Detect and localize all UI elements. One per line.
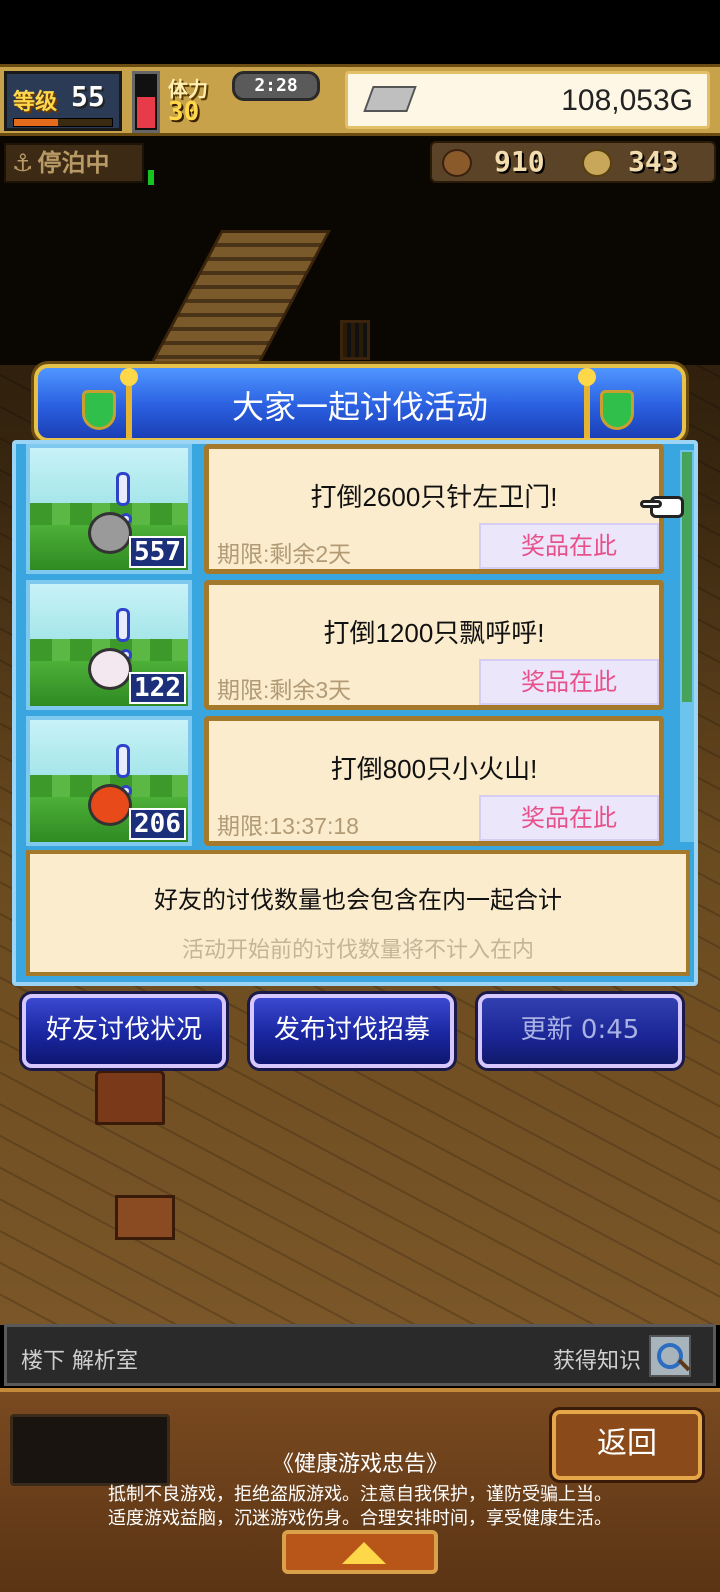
scrollbar-thumb[interactable] [682,452,692,702]
level-progress-bar [13,118,113,127]
dock-status: ⚓ 停泊中 [4,143,144,183]
ship-window [340,320,370,360]
event-info-box: 好友的讨伐数量也会包含在内一起合计 活动开始前的讨伐数量将不计入在内 [26,850,690,976]
top-hud: 等级 55 体力 30 2:28 108,053G [0,64,720,136]
event-card: 打倒1200只飘呼呼! 期限:剩余3天 奖品在此 [204,580,664,710]
level-box: 等级 55 [4,71,122,131]
stamina-timer: 2:28 [232,71,320,101]
exclamation-icon [116,608,132,661]
event-thumbnail: 122 [26,580,192,710]
exclamation-icon [116,472,132,525]
silver-bar-icon [363,86,417,112]
level-progress-fill [14,119,59,126]
event-card: 打倒800只小火山! 期限:13:37:18 奖品在此 [204,716,664,846]
health-advice-line-1: 抵制不良游戏，拒绝盗版游戏。注意自我保护，谨防受骗上当。 [108,1484,612,1505]
refresh-button[interactable]: 更新 0:45 [478,994,682,1068]
level-value: 55 [71,80,105,113]
stamina-fill [137,97,155,128]
coin-value: 343 [628,145,679,178]
dock-status-label: 停泊中 [37,149,110,177]
location-bar: 楼下 解析室 获得知识 [4,1324,716,1386]
event-row[interactable]: 122 打倒1200只飘呼呼! 期限:剩余3天 奖品在此 [26,580,676,710]
health-advice-line-2: 适度游戏益脑，沉迷游戏伤身。合理安排时间，享受健康生活。 [108,1508,612,1529]
event-row[interactable]: 557 打倒2600只针左卫门! 期限:剩余2天 奖品在此 [26,444,676,574]
prize-button[interactable]: 奖品在此 [479,523,659,569]
fire-monster-icon [88,784,132,826]
post-recruit-button[interactable]: 发布讨伐招募 [250,994,454,1068]
knowledge-label: 获得知识 [552,1349,641,1374]
prize-button[interactable]: 奖品在此 [479,795,659,841]
pointing-hand-icon [640,492,688,522]
defeat-count: 557 [129,536,186,568]
stamina-gauge [132,71,160,133]
location-text: 楼下 解析室 [21,1349,138,1374]
defeat-count: 206 [129,808,186,840]
event-thumbnail: 557 [26,444,192,574]
prize-button[interactable]: 奖品在此 [479,659,659,705]
exclamation-icon [116,744,132,797]
event-dialog-body: 557 打倒2600只针左卫门! 期限:剩余2天 奖品在此 122 打倒1200… [12,440,698,986]
event-goal: 打倒1200只飘呼呼! [323,618,545,648]
magnifier-icon[interactable] [649,1335,691,1377]
wood-value: 910 [494,145,545,178]
info-main-text: 好友的讨伐数量也会包含在内一起合计 [154,886,562,914]
event-goal: 打倒2600只针左卫门! [310,482,558,512]
treasure-chest [95,1070,165,1125]
event-deadline: 期限:剩余2天 [217,541,352,567]
anchor-icon: ⚓ [12,149,34,177]
bottom-panel: 返回 《健康游戏忠告》 抵制不良游戏，拒绝盗版游戏。注意自我保护，谨防受骗上当。… [0,1388,720,1592]
gold-box[interactable]: 108,053G [345,71,710,129]
health-advice-title: 《健康游戏忠告》 [271,1452,448,1477]
defeat-count: 122 [129,672,186,704]
info-sub-text: 活动开始前的讨伐数量将不计入在内 [181,938,534,963]
event-deadline: 期限:剩余3天 [217,677,352,703]
event-card: 打倒2600只针左卫门! 期限:剩余2天 奖品在此 [204,444,664,574]
event-deadline: 期限:13:37:18 [217,813,359,839]
level-label: 等级 [13,90,58,115]
signal-indicator [148,170,154,185]
knight-right-icon [578,368,642,440]
coin-icon [582,149,612,177]
expand-menu-button[interactable] [282,1530,438,1574]
friend-status-button[interactable]: 好友讨伐状况 [22,994,226,1068]
event-goal: 打倒800只小火山! [330,754,538,784]
treasure-chest-2 [115,1195,175,1240]
spiky-monster-icon [88,512,132,554]
up-arrow-icon [342,1542,386,1564]
gold-value: 108,053G [561,84,693,117]
event-thumbnail: 206 [26,716,192,846]
event-dialog-header: 大家一起讨伐活动 [34,364,686,442]
resource-box: 910 343 [430,141,716,183]
wood-log-icon [442,149,472,177]
ghost-monster-icon [88,648,132,690]
stamina-value: 30 [168,97,200,127]
event-row[interactable]: 206 打倒800只小火山! 期限:13:37:18 奖品在此 [26,716,676,846]
